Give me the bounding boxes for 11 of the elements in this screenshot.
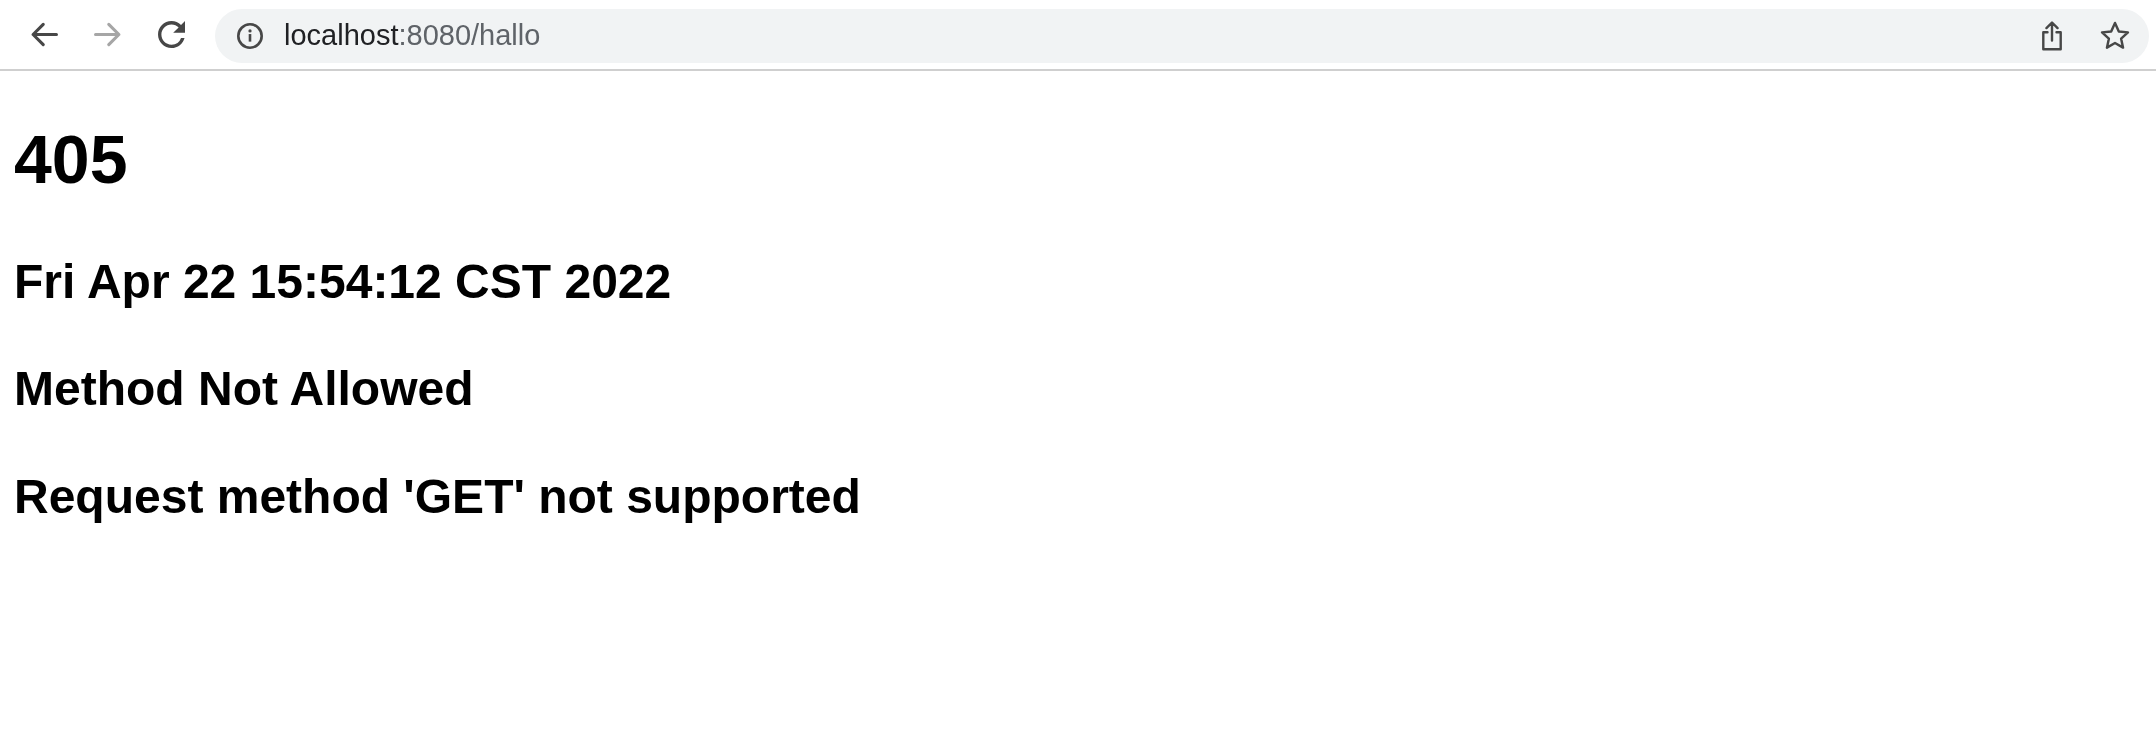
left-arrow-icon[interactable] — [30, 22, 58, 47]
error-detail-heading: Method Not Allowed — [14, 361, 474, 417]
share-icon[interactable] — [2041, 20, 2063, 51]
error-detail-heading: Fri Apr 22 15:54:12 CST 2022 — [14, 254, 672, 310]
info-icon[interactable] — [237, 22, 263, 49]
reload-icon[interactable] — [158, 21, 185, 48]
star-icon[interactable] — [2100, 21, 2130, 50]
url-text: localhost:8080/hallo — [284, 19, 541, 52]
error-detail-heading: Request method 'GET' not supported — [14, 468, 861, 524]
address-bar[interactable]: localhost:8080/hallo — [215, 8, 2149, 63]
error-code-heading: 405 — [14, 120, 128, 199]
